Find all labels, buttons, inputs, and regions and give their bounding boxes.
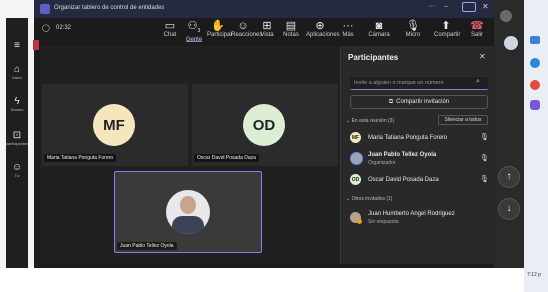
microphone-icon: 🎙 — [480, 155, 489, 162]
self-photo — [166, 190, 210, 234]
microphone-icon: 🎙 — [480, 176, 489, 183]
leave-button[interactable]: ☎ Salir — [468, 20, 486, 38]
secondary-avatar[interactable] — [504, 36, 518, 50]
avatar: MF — [350, 132, 361, 143]
hangup-icon: ☎ — [470, 20, 484, 32]
in-meeting-section-label[interactable]: ⌄ En esta reunión (3) — [346, 118, 394, 124]
apps-button[interactable]: ⊕ Aplicaciones — [306, 20, 340, 38]
sidebar-item-shares[interactable]: ϟ Shares — [6, 96, 28, 112]
search-icon: ⌕ — [476, 78, 480, 85]
people-icon: ⚇3 — [187, 20, 201, 35]
status-dot — [357, 219, 362, 224]
more-button[interactable]: ··· Más — [340, 20, 356, 38]
participant-name: Oscar David Posada Daza — [194, 154, 259, 162]
teams-left-rail — [6, 18, 28, 290]
participant-tile-od[interactable]: OD Oscar David Posada Daza — [192, 84, 338, 166]
avatar: MF — [93, 104, 135, 146]
window-title: Organizar tablero de control de entidade… — [54, 5, 165, 11]
sidebar-item-participants[interactable]: ⊡ participantes — [2, 130, 32, 146]
view-button[interactable]: ⊞ Vista — [259, 20, 275, 38]
hand-icon: ✋ — [211, 20, 225, 32]
notes-button[interactable]: ▤ Notas — [283, 20, 299, 38]
shield-icon: ◯ — [42, 25, 50, 32]
call-timer: 02:32 — [56, 25, 72, 31]
mic-button[interactable]: 🎙 Micro — [404, 20, 422, 38]
bolt-icon: ϟ — [14, 96, 20, 107]
self-video-tile[interactable]: Juan Pablo Tellez Oyola — [114, 171, 262, 253]
raise-hand-button[interactable]: ✋ Participar — [207, 20, 232, 38]
clock-text: 7:12 p — [527, 272, 541, 278]
person-icon: ☺ — [11, 162, 23, 173]
list-item[interactable]: MF Maria Tatiana Ponguta Forero 🎙 — [348, 131, 490, 145]
others-section-label[interactable]: ⌄ Otros invitados (1) — [346, 196, 392, 202]
taskbar-area — [0, 268, 524, 292]
notification-marker — [33, 40, 39, 50]
scroll-down-button[interactable]: ↓ — [498, 198, 520, 220]
list-item[interactable]: OD Oscar David Posada Daza 🎙 — [348, 173, 490, 187]
scroll-up-button[interactable]: ↑ — [498, 166, 520, 188]
sidebar-item-home[interactable]: ⌂ Inicio — [6, 64, 28, 80]
close-panel-icon[interactable]: ✕ — [479, 52, 486, 61]
camera-off-icon: ◙ — [375, 20, 383, 32]
share-screen-icon: ⊡ — [12, 130, 22, 141]
grid-icon: ⊞ — [262, 20, 272, 32]
list-item[interactable]: Juan Pablo Tellez Oyola Organizador 🎙 — [348, 150, 490, 168]
sidebar-item-you[interactable]: ☺ Tú — [6, 162, 28, 178]
ellipsis-icon: ··· — [342, 20, 354, 32]
people-button[interactable]: ⚇3Gente — [185, 20, 203, 43]
people-active-indicator — [186, 41, 202, 42]
close-window-icon[interactable]: ✕ — [482, 2, 489, 11]
share-icon: ⬆ — [441, 20, 451, 32]
chat-button[interactable]: ▭ Chat — [162, 20, 178, 38]
app-icon[interactable] — [530, 100, 540, 110]
share-invite-button[interactable]: ⧉ Compartir invitación — [350, 95, 488, 109]
avatar: OD — [350, 174, 361, 185]
microphone-icon: 🎙 — [406, 20, 420, 32]
more-options-icon[interactable]: ··· — [428, 3, 435, 10]
list-item[interactable]: Juan Humberto Angel Rodriguez Sin respue… — [348, 209, 490, 227]
home-icon: ⌂ — [13, 64, 21, 75]
reactions-button[interactable]: ☺ Reacciones — [231, 20, 262, 38]
mute-all-button[interactable]: Silenciar a todos — [438, 115, 488, 125]
smiley-icon: ☺ — [237, 20, 249, 32]
panel-title: Participantes — [348, 53, 399, 62]
teams-icon — [40, 4, 50, 14]
minimize-icon[interactable]: – — [444, 3, 448, 10]
profile-avatar[interactable] — [500, 10, 512, 22]
menu-icon[interactable]: ≡ — [8, 40, 26, 51]
maximize-icon[interactable] — [462, 2, 476, 12]
chat-icon: ▭ — [164, 20, 176, 32]
invite-search-input[interactable]: Invite a alguien o marque un número ⌕ — [350, 77, 488, 90]
microphone-icon: 🎙 — [480, 134, 489, 141]
share-button[interactable]: ⬆ Compartir — [434, 20, 460, 38]
notes-icon: ▤ — [285, 20, 297, 32]
app-icon[interactable] — [530, 80, 540, 90]
participant-tile-mf[interactable]: MF Maria Tatiana Ponguta Forero — [42, 84, 188, 166]
app-icon[interactable] — [530, 58, 540, 68]
app-icon[interactable] — [530, 36, 540, 44]
copy-link-icon: ⧉ — [388, 98, 394, 105]
participant-name: Juan Pablo Tellez Oyola — [117, 242, 177, 250]
avatar — [350, 152, 363, 165]
apps-icon: ⊕ — [315, 20, 325, 32]
camera-button[interactable]: ◙ Cámara — [368, 20, 390, 38]
participant-name: Maria Tatiana Ponguta Forero — [44, 154, 117, 162]
avatar: OD — [243, 104, 285, 146]
